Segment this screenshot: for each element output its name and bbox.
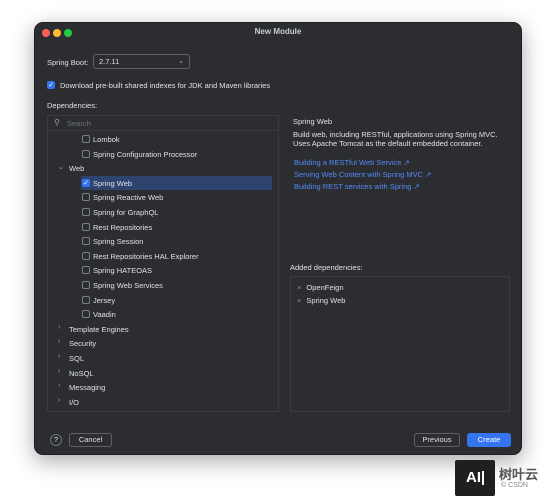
details-description: Build web, including RESTful, applicatio… (293, 130, 498, 148)
chevron-right-icon[interactable]: › (58, 382, 60, 389)
dependency-item-rest-repositories-hal-explorer[interactable]: Rest Repositories HAL Explorer (48, 249, 278, 263)
search-icon: ⚲ (54, 118, 60, 127)
added-dependencies-label: Added dependencies: (290, 263, 363, 272)
dependency-checkbox[interactable] (82, 135, 90, 143)
dependency-checkbox[interactable] (82, 222, 90, 231)
dependency-label: Spring Reactive Web (93, 193, 164, 203)
link-building-restful-service[interactable]: Building a RESTful Web Service ↗ (294, 158, 410, 167)
dependency-item-jersey[interactable]: Jersey (48, 293, 278, 307)
dependency-group-label: Template Engines (69, 324, 129, 334)
cancel-button[interactable]: Cancel (69, 433, 112, 447)
dependency-checkbox[interactable] (82, 266, 90, 275)
previous-button[interactable]: Previous (414, 433, 460, 447)
chevron-right-icon[interactable]: › (58, 368, 60, 375)
dependency-checkbox[interactable]: ✓ (82, 178, 90, 187)
dependency-label: Spring Web (93, 178, 133, 188)
dependency-checkbox[interactable] (82, 281, 90, 289)
dependency-group-label: SQL (69, 354, 85, 363)
dependency-group-label: I/O (69, 397, 80, 407)
dependency-label: Rest Repositories (93, 222, 153, 232)
dependency-item-spring-hateoas[interactable]: Spring HATEOAS (48, 263, 278, 277)
dependency-label: Spring Session (93, 237, 144, 247)
title-bar: New Module (35, 23, 521, 43)
dependencies-label: Dependencies: (47, 101, 98, 110)
dependency-checkbox[interactable] (82, 295, 90, 304)
dependency-item-spring-reactive-web[interactable]: Spring Reactive Web (48, 190, 278, 204)
remove-icon[interactable]: × (297, 296, 301, 305)
dependency-label: Jersey (93, 295, 116, 305)
dependency-item-spring-configuration-processor[interactable]: Spring Configuration Processor (48, 147, 278, 161)
download-indexes-checkbox[interactable]: ✓ (47, 81, 55, 89)
spring-boot-label: Spring Boot: (47, 58, 89, 67)
dependency-item-spring-session[interactable]: Spring Session (48, 234, 278, 248)
dependency-search[interactable]: ⚲ Search (48, 116, 278, 131)
details-title: Spring Web (293, 117, 333, 126)
dependency-item-spring-for-graphql[interactable]: Spring for GraphQL (48, 205, 278, 219)
dependency-label: Spring Web Services (93, 281, 163, 290)
dependency-label: Lombok (93, 135, 120, 144)
dependency-group-label: Messaging (69, 383, 106, 393)
dependency-checkbox[interactable] (82, 237, 90, 246)
dependency-group-label: Security (69, 339, 97, 349)
dependency-checkbox[interactable] (82, 310, 90, 319)
dependency-group-i-o[interactable]: › I/O (48, 395, 278, 409)
dependency-label: Vaadin (93, 310, 116, 320)
dependency-checkbox[interactable] (82, 193, 90, 202)
dependency-checkbox[interactable] (82, 251, 90, 260)
chevron-down-icon: ⌄ (178, 58, 184, 65)
dependency-group-security[interactable]: › Security (48, 336, 278, 350)
dependency-group-label: Web (69, 164, 85, 174)
watermark-text: 树叶云 (499, 467, 539, 482)
download-indexes-label: Download pre-built shared indexes for JD… (60, 81, 271, 90)
chevron-right-icon[interactable]: › (58, 353, 60, 360)
chevron-down-icon[interactable]: ⌄ (58, 163, 64, 171)
dependency-label: Rest Repositories HAL Explorer (93, 251, 199, 261)
dependency-group-label: NoSQL (69, 368, 94, 378)
dependency-group-messaging[interactable]: › Messaging (48, 380, 278, 394)
dependency-group-nosql[interactable]: › NoSQL (48, 366, 278, 380)
spring-boot-version-select[interactable]: 2.7.11 ⌄ (93, 54, 190, 69)
chevron-right-icon[interactable]: › (58, 397, 60, 404)
watermark-logo: AI (455, 460, 495, 496)
new-module-dialog: New Module Spring Boot: 2.7.11 ⌄ ✓ Downl… (34, 22, 522, 455)
dependency-item-rest-repositories[interactable]: Rest Repositories (48, 220, 278, 234)
dependency-item-lombok[interactable]: Lombok (48, 132, 278, 146)
dependency-item-spring-web-services[interactable]: Spring Web Services (48, 278, 278, 292)
dependency-item-vaadin[interactable]: Vaadin (48, 307, 278, 321)
window-title: New Module (254, 27, 302, 36)
dependency-item-spring-web[interactable]: ✓ Spring Web (48, 176, 278, 190)
chevron-right-icon[interactable]: › (58, 324, 60, 331)
help-button[interactable]: ? (50, 434, 62, 446)
spring-boot-version-value: 2.7.11 (99, 57, 120, 66)
link-serving-web-content[interactable]: Serving Web Content with Spring MVC ↗ (294, 170, 431, 179)
added-item-openfeign: × OpenFeign (297, 283, 344, 292)
watermark-subtext: © CSDN (501, 482, 528, 489)
dependency-group-web[interactable]: ⌄ Web (48, 161, 278, 175)
dependency-label: Spring Configuration Processor (93, 149, 198, 159)
dependency-group-template-engines[interactable]: › Template Engines (48, 322, 278, 336)
added-item-spring-web: × Spring Web (297, 296, 346, 305)
create-button[interactable]: Create (467, 433, 511, 447)
remove-icon[interactable]: × (297, 283, 301, 292)
dependency-label: Spring for GraphQL (93, 208, 159, 217)
watermark: AI 树叶云 © CSDN (455, 460, 555, 496)
search-placeholder: Search (67, 119, 91, 128)
link-building-rest-services[interactable]: Building REST services with Spring ↗ (294, 182, 420, 191)
dependency-group-sql[interactable]: › SQL (48, 351, 278, 365)
chevron-right-icon[interactable]: › (58, 338, 60, 345)
dependency-label: Spring HATEOAS (93, 266, 153, 276)
dependencies-tree: ⚲ Search Lombok Spring Configuration Proc… (47, 115, 279, 412)
added-dependencies-list: × OpenFeign × Spring Web (290, 276, 510, 412)
dependency-checkbox[interactable] (82, 208, 90, 216)
dependency-checkbox[interactable] (82, 149, 90, 158)
